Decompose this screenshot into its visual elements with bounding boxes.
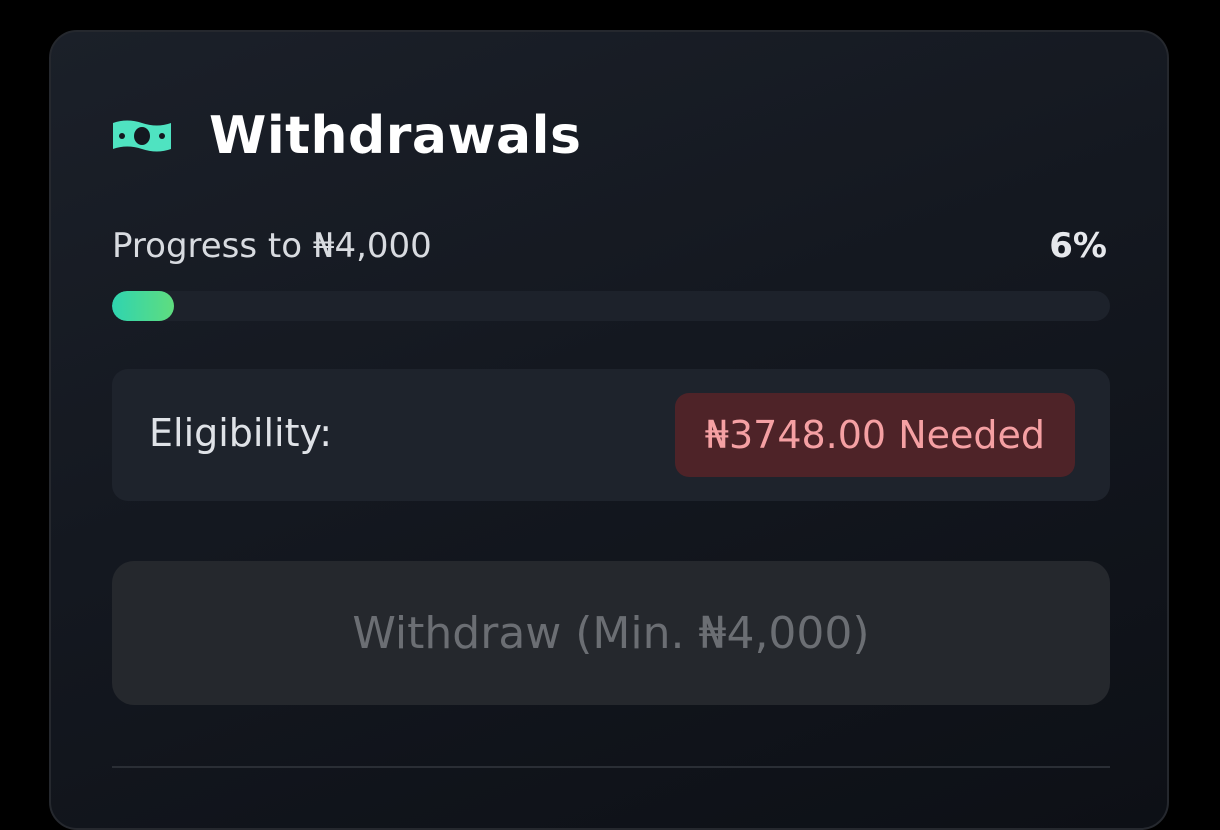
card-header: Withdrawals bbox=[111, 104, 581, 168]
amount-needed-badge: ₦3748.00 Needed bbox=[674, 393, 1075, 477]
withdraw-button[interactable]: Withdraw (Min. ₦4,000) bbox=[112, 561, 1110, 705]
divider bbox=[112, 766, 1110, 768]
eligibility-label: Eligibility: bbox=[149, 411, 333, 455]
withdrawals-card: Withdrawals Progress to ₦4,000 6% Eligib… bbox=[49, 30, 1169, 830]
progress-bar bbox=[112, 291, 1110, 321]
progress-percent: 6% bbox=[1049, 226, 1107, 266]
cash-icon bbox=[111, 115, 173, 157]
progress-bar-fill bbox=[112, 291, 175, 321]
progress-label: Progress to ₦4,000 bbox=[112, 226, 432, 266]
card-title: Withdrawals bbox=[209, 106, 582, 166]
eligibility-row: Eligibility: ₦3748.00 Needed bbox=[112, 369, 1110, 501]
